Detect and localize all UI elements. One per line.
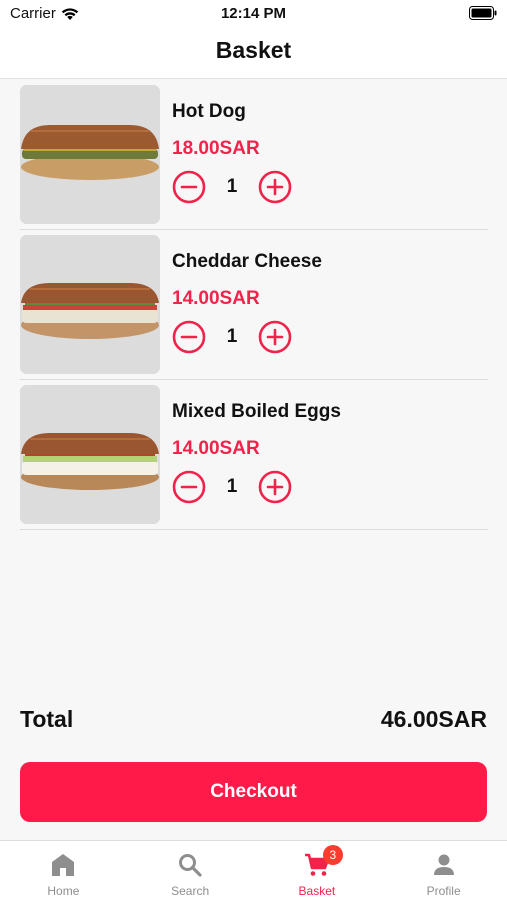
quantity-value: 1 — [226, 176, 238, 197]
item-price: 14.00SAR — [172, 438, 260, 459]
person-icon — [433, 854, 454, 875]
item-price: 18.00SAR — [172, 138, 260, 159]
tab-label: Basket — [298, 884, 336, 898]
tab-label: Search — [171, 884, 210, 898]
item-price: 14.00SAR — [172, 288, 260, 309]
search-icon — [179, 854, 202, 877]
item-name: Hot Dog — [172, 101, 246, 122]
basket-item-mixed-boiled-eggs: Mixed Boiled Eggs 14.00SAR 1 — [20, 380, 488, 530]
item-name: Mixed Boiled Eggs — [172, 401, 341, 422]
cart-count-badge: 3 — [322, 845, 343, 865]
tab-basket[interactable]: 3 Basket — [254, 841, 381, 900]
tab-profile[interactable]: Profile — [380, 841, 507, 900]
item-image-mixed-boiled-eggs — [20, 385, 160, 524]
page-title: Basket — [215, 37, 292, 63]
total-label: Total — [20, 706, 74, 732]
item-image-cheddar-cheese — [20, 235, 160, 374]
quantity-value: 1 — [226, 326, 238, 347]
home-icon — [52, 854, 75, 876]
basket-item-hot-dog: Hot Dog 18.00SAR 1 — [20, 80, 488, 230]
status-bar: Carrier 12:14 PM — [0, 0, 507, 28]
increase-quantity-button[interactable] — [258, 320, 292, 354]
hot-dog-sandwich-image — [20, 85, 160, 224]
status-time: 12:14 PM — [220, 5, 287, 22]
increase-quantity-button[interactable] — [258, 470, 292, 504]
item-image-hot-dog — [20, 85, 160, 224]
tab-label: Profile — [426, 884, 461, 898]
tab-label: Home — [47, 884, 80, 898]
quantity-value: 1 — [226, 476, 238, 497]
tab-bar: Home Search 3 Basket Profile — [0, 840, 507, 900]
tab-home[interactable]: Home — [0, 841, 127, 900]
decrease-quantity-button[interactable] — [172, 320, 206, 354]
basket-item-cheddar-cheese: Cheddar Cheese 14.00SAR 1 — [20, 230, 488, 380]
nav-bar: Basket — [0, 28, 507, 79]
status-right — [469, 6, 497, 25]
decrease-quantity-button[interactable] — [172, 170, 206, 204]
checkout-button[interactable]: Checkout — [20, 762, 487, 822]
battery-icon — [469, 6, 497, 20]
egg-sandwich-image — [20, 385, 160, 524]
increase-quantity-button[interactable] — [258, 170, 292, 204]
decrease-quantity-button[interactable] — [172, 470, 206, 504]
cheddar-sandwich-image — [20, 235, 160, 374]
total-value: 46.00SAR — [380, 706, 487, 732]
item-name: Cheddar Cheese — [172, 251, 322, 272]
tab-search[interactable]: Search — [127, 841, 254, 900]
